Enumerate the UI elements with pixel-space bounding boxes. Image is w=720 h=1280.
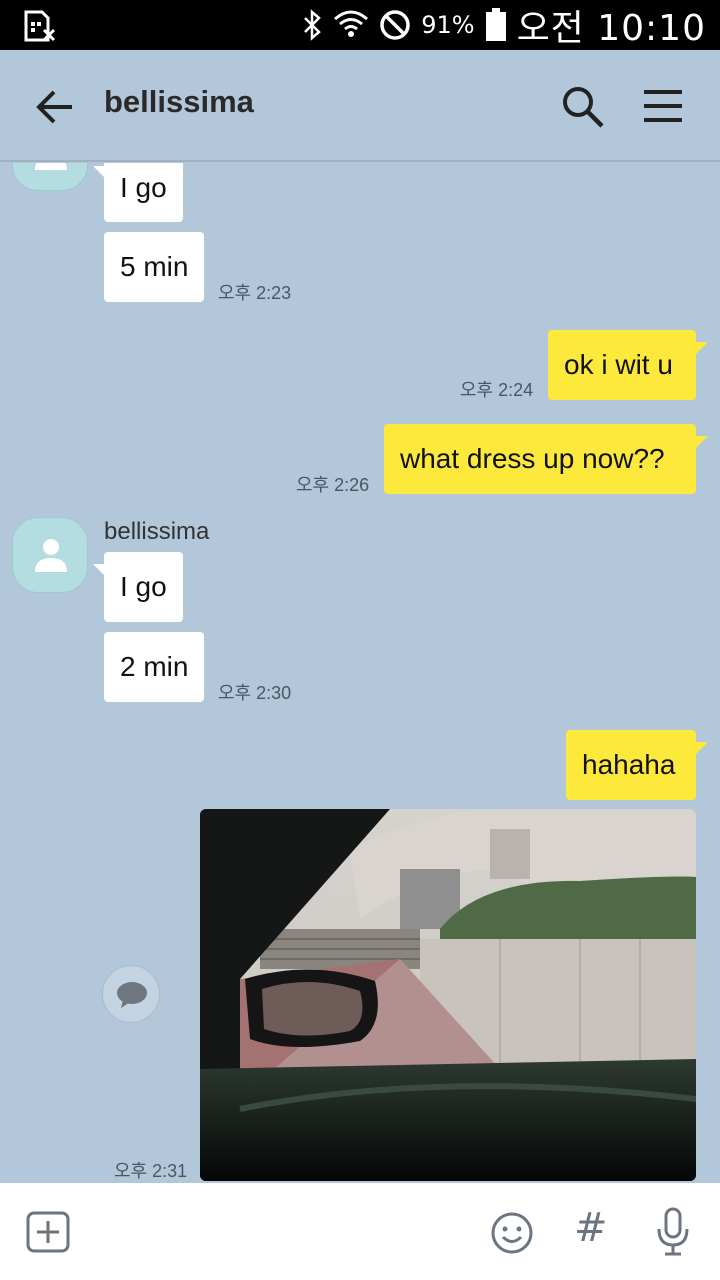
message-timestamp: 오후 2:23 — [218, 283, 292, 303]
bubble-tail — [696, 742, 708, 754]
chat-title: bellissima — [104, 84, 254, 119]
microphone-icon[interactable] — [656, 1207, 690, 1257]
emoji-icon[interactable] — [490, 1211, 534, 1255]
chat-header: bellissima — [0, 50, 720, 162]
message-timestamp: 오후 2:30 — [218, 683, 292, 703]
bubble-tail — [696, 436, 708, 448]
message-bubble-incoming[interactable]: 5 min — [104, 232, 205, 302]
message-timestamp: 오후 2:31 — [114, 1161, 188, 1181]
message-bubble-incoming[interactable]: 2 min — [104, 632, 205, 702]
share-button[interactable] — [102, 965, 160, 1023]
message-bubble-outgoing[interactable]: what dress up now?? — [384, 424, 696, 494]
message-text: what dress up now?? — [400, 443, 665, 474]
back-arrow-icon[interactable] — [34, 86, 76, 128]
message-text: ok i wit u — [564, 349, 673, 380]
plus-icon[interactable] — [26, 1211, 70, 1253]
photo-message[interactable] — [200, 809, 696, 1181]
hamburger-menu-icon[interactable] — [642, 86, 684, 126]
bluetooth-icon — [304, 9, 322, 41]
status-bar: 91% 오전 10:10 — [0, 0, 720, 50]
message-text: I go — [120, 571, 167, 602]
battery-icon — [485, 8, 506, 41]
person-icon — [35, 539, 67, 572]
message-bubble-outgoing[interactable]: ok i wit u — [548, 330, 696, 400]
speech-bubble-icon — [117, 982, 147, 1008]
wifi-icon — [334, 10, 369, 37]
message-text: 2 min — [120, 651, 189, 682]
battery-percent: 91% — [421, 11, 475, 39]
person-icon — [35, 163, 67, 170]
search-icon[interactable] — [560, 84, 606, 130]
message-bubble-incoming[interactable]: I go — [104, 552, 183, 622]
hashtag-icon[interactable]: # — [574, 1205, 608, 1251]
sim-blocked-icon — [24, 10, 56, 42]
input-bar: # — [0, 1183, 720, 1280]
message-text: I go — [120, 172, 167, 203]
message-bubble-outgoing[interactable]: hahaha — [566, 730, 696, 800]
message-text: 5 min — [120, 251, 189, 282]
message-bubble-incoming[interactable]: I go — [104, 163, 183, 222]
avatar[interactable] — [12, 163, 88, 191]
sender-name: bellissima — [104, 518, 210, 545]
photo-image — [200, 809, 696, 1181]
message-text: hahaha — [582, 749, 676, 780]
do-not-disturb-icon — [380, 10, 410, 40]
message-timestamp: 오후 2:26 — [296, 475, 370, 495]
clock: 오전 10:10 — [516, 8, 706, 49]
message-timestamp: 오후 2:24 — [460, 380, 534, 400]
avatar[interactable] — [12, 517, 88, 593]
bubble-tail — [696, 342, 708, 354]
chat-message-list[interactable]: I go 5 min 오후 2:23 오후 2:24 ok i wit u 오후… — [0, 163, 720, 1183]
